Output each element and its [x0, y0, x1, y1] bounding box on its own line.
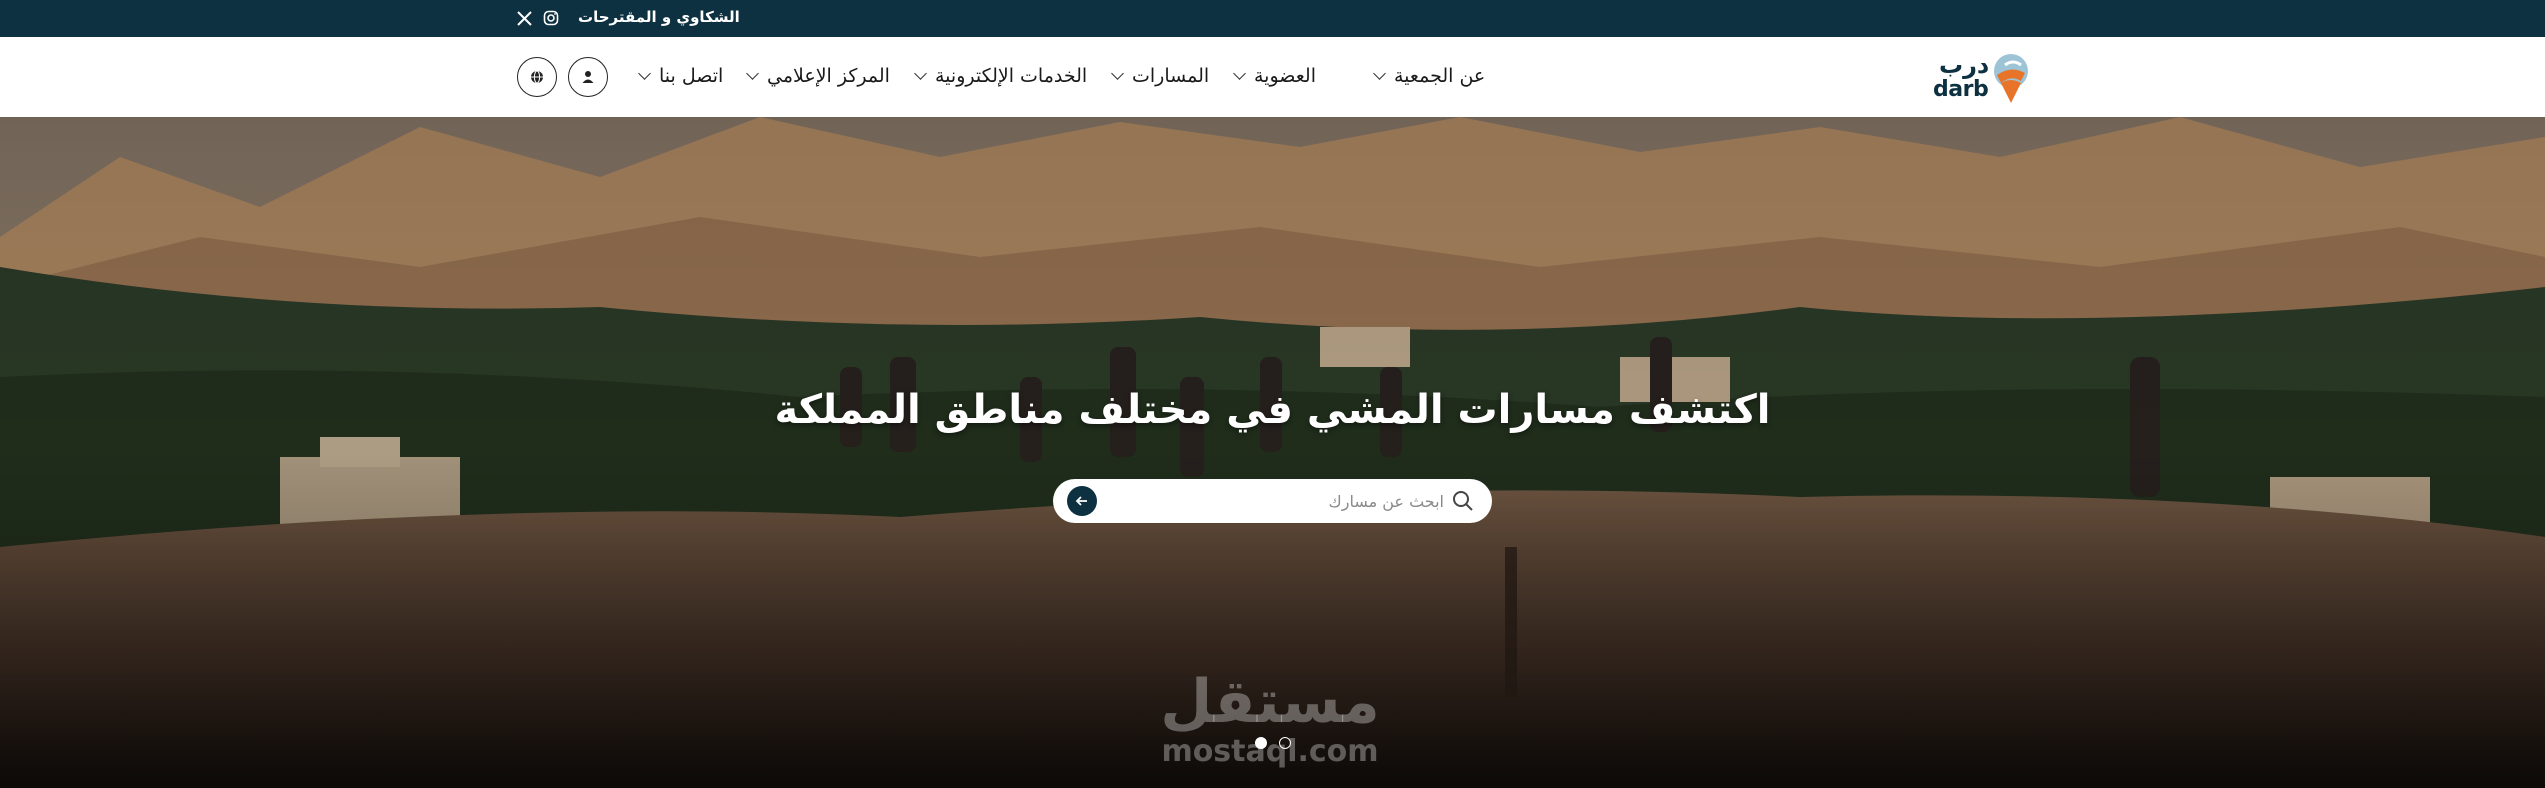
logo-arabic-text: درب: [1939, 51, 1990, 79]
arrow-left-icon: [1075, 496, 1087, 506]
mostaql-watermark: مستقل mostaql.com: [1150, 667, 1390, 767]
darb-logo[interactable]: درب darb: [1933, 47, 2033, 107]
nav-item-label: اتصل بنا: [659, 65, 724, 87]
hero-title: اكتشف مسارات المشي في مختلف مناطق المملك…: [774, 387, 1771, 433]
nav-item-trails[interactable]: المسارات: [1111, 65, 1210, 87]
user-icon: [582, 71, 594, 83]
trail-search-bar: [1053, 479, 1492, 523]
logo-mark-icon: [1994, 54, 2028, 103]
nav-item-media-center[interactable]: المركز الإعلامي: [746, 65, 890, 87]
chevron-down-icon: [914, 67, 927, 80]
user-account-button[interactable]: [568, 57, 608, 97]
chevron-down-icon: [638, 67, 651, 80]
watermark-arabic: مستقل: [1160, 667, 1380, 737]
main-header: درب darb عن الجمعية العضوية المسارات الخ…: [0, 37, 2545, 117]
chevron-down-icon: [746, 67, 759, 80]
nav-item-label: الخدمات الإلكترونية: [935, 65, 1088, 87]
top-utility-bar: الشكاوي و المقترحات: [0, 0, 2545, 37]
chevron-down-icon: [1111, 67, 1124, 80]
complaints-link[interactable]: الشكاوي و المقترحات: [578, 8, 740, 26]
slider-dot-2[interactable]: [1279, 737, 1291, 749]
chevron-down-icon: [1233, 67, 1246, 80]
nav-item-contact[interactable]: اتصل بنا: [638, 65, 724, 87]
nav-item-label: المركز الإعلامي: [767, 65, 890, 87]
instagram-icon[interactable]: [541, 8, 561, 28]
chevron-down-icon: [1373, 67, 1386, 80]
slider-pagination: [1255, 737, 1291, 749]
nav-item-membership[interactable]: العضوية: [1233, 65, 1317, 87]
logo-english-text: darb: [1933, 77, 1989, 102]
nav-item-label: العضوية: [1254, 65, 1317, 87]
slider-dot-1[interactable]: [1255, 737, 1267, 749]
nav-item-label: المسارات: [1132, 65, 1210, 87]
language-button[interactable]: [517, 57, 557, 97]
nav-item-about[interactable]: عن الجمعية: [1373, 65, 1486, 87]
nav-item-label: عن الجمعية: [1394, 65, 1486, 87]
trail-search-input[interactable]: [1144, 487, 1444, 515]
globe-icon: [531, 70, 543, 84]
nav-item-eservices[interactable]: الخدمات الإلكترونية: [914, 65, 1088, 87]
search-icon: [1453, 491, 1473, 511]
search-submit-button[interactable]: [1067, 486, 1097, 516]
hero-section: اكتشف مسارات المشي في مختلف مناطق المملك…: [0, 117, 2545, 788]
x-icon[interactable]: [514, 8, 534, 28]
